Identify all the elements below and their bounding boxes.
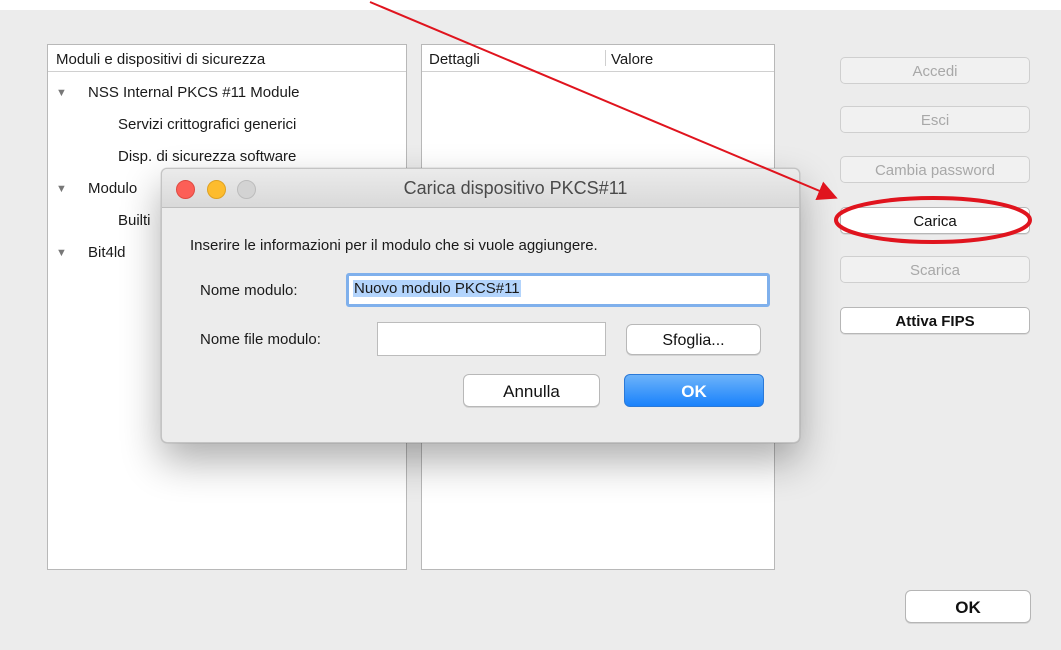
tree-row-label: Servizi crittografici generici (118, 116, 297, 133)
disclosure-triangle-icon[interactable]: ▼ (56, 239, 67, 267)
tree-row-label: NSS Internal PKCS #11 Module (88, 84, 300, 101)
tree-row-label: Bit4ld (88, 244, 126, 261)
window-content: Moduli e dispositivi di sicurezza ▼ NSS … (0, 0, 1061, 650)
column-separator[interactable] (605, 50, 606, 66)
disclosure-triangle-icon[interactable]: ▼ (56, 79, 67, 107)
value-column-label[interactable]: Valore (611, 45, 653, 75)
module-file-input[interactable] (377, 322, 606, 356)
tree-row-software-device[interactable]: Disp. di sicurezza software (118, 143, 296, 171)
ok-button[interactable]: OK (905, 590, 1031, 623)
cancel-button[interactable]: Annulla (463, 374, 600, 407)
window-top-edge (0, 0, 1061, 10)
module-file-label: Nome file modulo: (200, 331, 321, 348)
tree-column-header[interactable]: Moduli e dispositivi di sicurezza (48, 45, 406, 72)
details-column-label[interactable]: Dettagli (429, 45, 480, 75)
tree-row-label: Disp. di sicurezza software (118, 148, 297, 165)
dialog-titlebar[interactable]: Carica dispositivo PKCS#11 (162, 169, 799, 208)
module-name-value: Nuovo modulo PKCS#11 (353, 280, 521, 297)
module-name-input[interactable]: Nuovo modulo PKCS#11 (346, 273, 770, 307)
tree-row-generic-crypto[interactable]: Servizi crittografici generici (118, 111, 296, 139)
load-pkcs11-dialog: Carica dispositivo PKCS#11 Inserire le i… (161, 168, 800, 443)
disclosure-triangle-icon[interactable]: ▼ (56, 175, 67, 203)
carica-button[interactable]: Carica (840, 207, 1030, 234)
module-name-label: Nome modulo: (200, 282, 298, 299)
attiva-fips-button[interactable]: Attiva FIPS (840, 307, 1030, 334)
tree-row-label: Builti (118, 212, 151, 229)
dialog-ok-button[interactable]: OK (624, 374, 764, 407)
scarica-button[interactable]: Scarica (840, 256, 1030, 283)
cambia-password-button[interactable]: Cambia password (840, 156, 1030, 183)
tree-header-label: Moduli e dispositivi di sicurezza (56, 51, 266, 68)
accedi-button[interactable]: Accedi (840, 57, 1030, 84)
details-column-header: Dettagli Valore (422, 45, 774, 72)
browse-button[interactable]: Sfoglia... (626, 324, 761, 355)
tree-row-label: Modulo (88, 180, 138, 197)
dialog-title: Carica dispositivo PKCS#11 (403, 178, 628, 198)
tree-row-builtin[interactable]: Builti (118, 207, 151, 235)
dialog-instructions: Inserire le informazioni per il modulo c… (190, 237, 598, 254)
esci-button[interactable]: Esci (840, 106, 1030, 133)
